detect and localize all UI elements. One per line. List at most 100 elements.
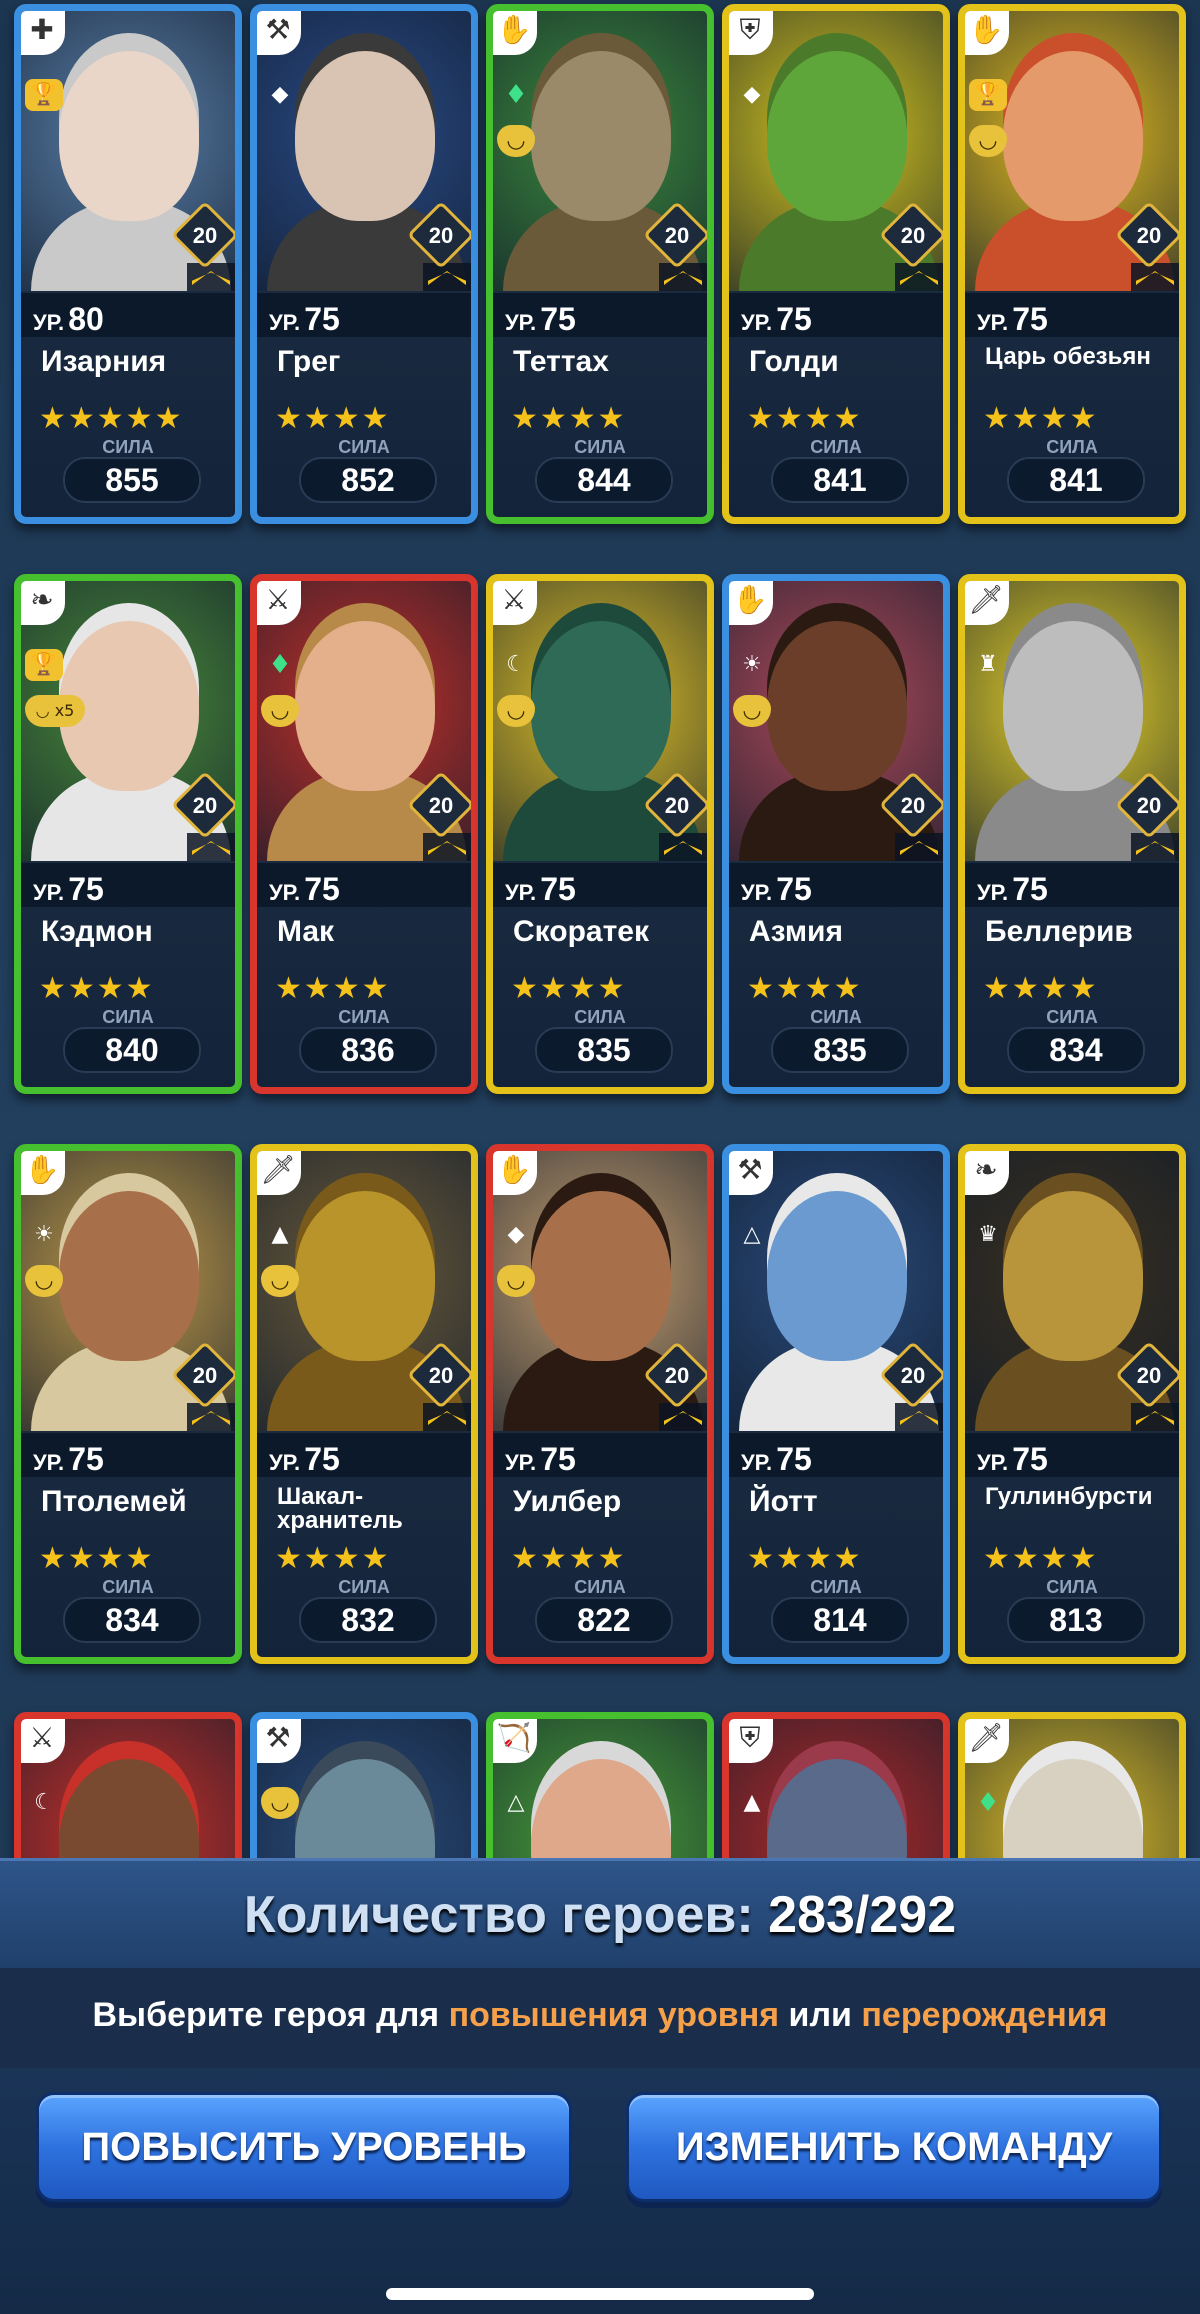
hero-count-label: Количество героев:: [243, 1886, 754, 1944]
crystal-icon: ♦: [504, 80, 528, 110]
hero-name: Теттах: [513, 345, 609, 378]
hero-card[interactable]: ⚔ ☾: [14, 1712, 242, 1860]
hero-card[interactable]: ❧ 🏆 ◡ x5 20 УР. 75 Кэдмон ★★★★ СИЛА 840: [14, 574, 242, 1094]
hero-card[interactable]: ✋ 🏆 ◡ 20 УР. 75 Царь обезьян ★★★★ СИЛА 841: [958, 4, 1186, 524]
hero-name: Беллерив: [985, 915, 1133, 948]
hero-card[interactable]: ⚒ ◡: [250, 1712, 478, 1860]
hero-stars: ★★★★: [511, 971, 627, 1006]
rank-chevron-icon: [664, 1411, 702, 1425]
goblin-icon: ◆: [743, 82, 761, 107]
hero-card[interactable]: ✋ ♦ ◡ 20 УР. 75 Теттах ★★★★ СИЛА 844: [486, 4, 714, 524]
hero-card[interactable]: ✚ 🏆 20 УР. 80 Изарния ★★★★★ СИЛА 855: [14, 4, 242, 524]
rank-badge-number: 20: [664, 1363, 690, 1388]
hero-card[interactable]: ✋ ◆ ◡ 20 УР. 75 Уилбер ★★★★ СИЛА 822: [486, 1144, 714, 1664]
rank-chevron-icon: [192, 1411, 230, 1425]
hand-icon: ✋: [729, 581, 773, 625]
sun-icon: ☀: [34, 1222, 54, 1247]
rank-chevron-icon: [192, 271, 230, 285]
hero-level: УР. 75: [33, 871, 104, 908]
power-label: СИЛА: [574, 1007, 626, 1027]
hero-card[interactable]: 🗡 ♦: [958, 1712, 1186, 1860]
level-value: 75: [304, 871, 340, 907]
hero-stars: ★★★★: [747, 971, 863, 1006]
trophy-icon: 🏆: [25, 649, 63, 681]
delta-icon: △: [507, 1790, 525, 1815]
level-value: 75: [68, 1441, 104, 1477]
hand-icon: ✋: [21, 1151, 65, 1195]
hero-card[interactable]: ⚒ ◆ 20 УР. 75 Грег ★★★★ СИЛА 852: [250, 4, 478, 524]
hero-name: Голди: [749, 345, 839, 378]
hero-head-shape: [531, 51, 671, 221]
hero-stars: ★★★★: [983, 401, 1099, 436]
rank-chevron-icon: [900, 271, 938, 285]
hero-power: 814: [771, 1597, 909, 1643]
hero-stars: ★★★★: [39, 1541, 155, 1576]
swords-icon: ⚔: [257, 581, 301, 625]
mask-x5-icon: ◡ x5: [25, 695, 85, 727]
hero-grid: ✚ 🏆 20 УР.80 Изарния ★★★★★ СИЛА 855 ⚒ ◆: [0, 0, 1200, 1860]
hero-name: Йотт: [749, 1485, 818, 1518]
level-prefix: УР.: [977, 1450, 1009, 1475]
level-value: 75: [68, 871, 104, 907]
moon-icon: ☾: [34, 1790, 54, 1815]
rank-chevron-icon: [428, 271, 466, 285]
power-label: СИЛА: [102, 1577, 154, 1597]
castle-icon: ♜: [978, 652, 998, 677]
rank-badge-number: 20: [1136, 1363, 1162, 1388]
leaf-icon: ❧: [965, 1151, 1009, 1195]
power-label: СИЛА: [810, 1007, 862, 1027]
hero-card[interactable]: ✋ ☀ ◡ 20 УР. 75 Птолемей ★★★★ СИЛА 834: [14, 1144, 242, 1664]
level-prefix: УР.: [741, 880, 773, 905]
level-value: 75: [540, 1441, 576, 1477]
hero-name: Шакал-хранитель: [277, 1483, 403, 1534]
hero-level: УР. 80: [33, 301, 104, 338]
level-prefix: УР.: [33, 310, 65, 335]
hero-level: УР. 75: [33, 1441, 104, 1478]
hero-card[interactable]: ⚔ ♦ ◡ 20 УР. 75 Мак ★★★★ СИЛА 836: [250, 574, 478, 1094]
rank-badge-number: 20: [664, 793, 690, 818]
hero-name: Кэдмон: [41, 915, 153, 948]
hero-head-shape: [531, 1759, 671, 1860]
hero-head-shape: [59, 1759, 199, 1860]
hero-level: УР. 75: [741, 871, 812, 908]
rank-badge-number: 20: [900, 793, 926, 818]
hero-head-shape: [295, 1191, 435, 1361]
hero-card[interactable]: ⛨ ◆ 20 УР. 75 Голди ★★★★ СИЛА 841: [722, 4, 950, 524]
hero-power: 840: [63, 1027, 201, 1073]
power-label: СИЛА: [810, 437, 862, 457]
change-team-button[interactable]: ИЗМЕНИТЬ КОМАНДУ: [626, 2092, 1162, 2202]
hero-power: 835: [771, 1027, 909, 1073]
hero-head-shape: [295, 1759, 435, 1860]
hero-card[interactable]: ✋ ☀ ◡ 20 УР. 75 Азмия ★★★★ СИЛА 835: [722, 574, 950, 1094]
axe-icon: ⚒: [257, 1719, 301, 1763]
hero-stars: ★★★★: [983, 1541, 1099, 1576]
dagger-icon: 🗡: [965, 581, 1009, 625]
hero-stars: ★★★★: [511, 401, 627, 436]
hero-power: 844: [535, 457, 673, 503]
power-label: СИЛА: [338, 1007, 390, 1027]
level-prefix: УР.: [505, 880, 537, 905]
level-up-button[interactable]: ПОВЫСИТЬ УРОВЕНЬ: [36, 2092, 572, 2202]
hero-name: Скоратек: [513, 915, 650, 948]
level-value: 75: [776, 301, 812, 337]
hero-level: УР. 75: [269, 871, 340, 908]
hero-card[interactable]: ❧ ♛ 20 УР. 75 Гуллинбурсти ★★★★ СИЛА 813: [958, 1144, 1186, 1664]
hero-card[interactable]: ⚔ ☾ ◡ 20 УР. 75 Скоратек ★★★★ СИЛА 835: [486, 574, 714, 1094]
hero-count-value: 283/292: [768, 1886, 957, 1944]
hero-head-shape: [767, 621, 907, 791]
power-label: СИЛА: [1046, 437, 1098, 457]
hero-card[interactable]: ⛨ ▲: [722, 1712, 950, 1860]
hero-head-shape: [1003, 1191, 1143, 1361]
hero-card[interactable]: 🗡 ▲ ◡ 20 УР. 75 Шакал-хранитель ★★★★ СИЛА …: [250, 1144, 478, 1664]
hero-power: 855: [63, 457, 201, 503]
level-prefix: УР.: [269, 1450, 301, 1475]
hero-card[interactable]: 🗡 ♜ 20 УР. 75 Беллерив ★★★★ СИЛА 834: [958, 574, 1186, 1094]
bow-icon: 🏹: [493, 1719, 537, 1763]
hero-name: Мак: [277, 915, 335, 948]
level-prefix: УР.: [33, 1450, 65, 1475]
home-indicator[interactable]: [386, 2288, 814, 2300]
hero-power: 834: [63, 1597, 201, 1643]
hero-card[interactable]: 🏹 △: [486, 1712, 714, 1860]
hint-mid: или: [779, 1996, 862, 2034]
hero-card[interactable]: ⚒ △ 20 УР. 75 Йотт ★★★★ СИЛА 814: [722, 1144, 950, 1664]
